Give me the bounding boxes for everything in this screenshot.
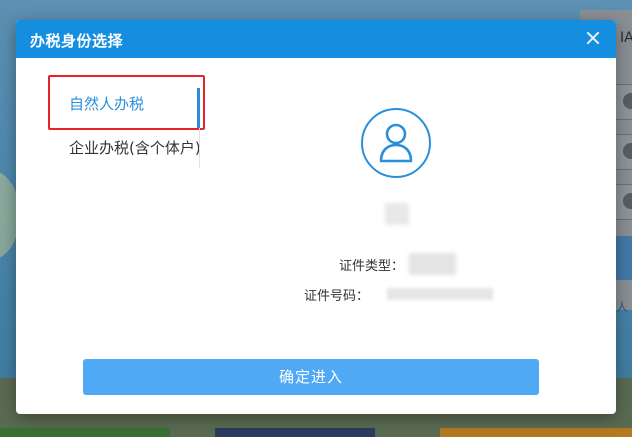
tab-label: 自然人办税 (69, 95, 145, 113)
user-icon (379, 123, 413, 163)
dialog-title: 办税身份选择 (30, 32, 124, 50)
login-tab-label: IA (620, 30, 632, 46)
dialog-header: 办税身份选择 (16, 20, 616, 58)
password-field (614, 134, 632, 170)
identity-tabs: 自然人办税 企业办税(含个体户) (52, 82, 204, 170)
id-type-redacted (409, 253, 456, 275)
identity-select-dialog: 办税身份选择 自然人办税 企业办税(含个体户) 证件类型： 证件号码： 确定进入 (16, 20, 616, 414)
confirm-enter-button[interactable]: 确定进入 (83, 359, 539, 395)
user-icon (623, 93, 632, 109)
avatar (361, 108, 431, 178)
user-name-redacted (385, 203, 409, 225)
shield-icon (623, 193, 632, 209)
id-type-label: 证件类型： (339, 259, 405, 274)
footer-block (215, 428, 375, 437)
footer-block (0, 428, 170, 437)
login-button (614, 236, 632, 280)
tab-label: 企业办税(含个体户) (69, 139, 201, 157)
tab-natural-person[interactable]: 自然人办税 (52, 82, 204, 128)
id-number-redacted (387, 288, 493, 300)
id-number-label: 证件号码： (304, 289, 370, 304)
login-link: 人 (616, 300, 629, 314)
username-field (614, 84, 632, 120)
captcha-field (614, 184, 632, 220)
lock-icon (623, 143, 632, 159)
close-icon[interactable] (584, 29, 602, 47)
footer-block (440, 428, 632, 437)
tab-divider (199, 128, 200, 168)
tab-enterprise[interactable]: 企业办税(含个体户) (52, 126, 204, 170)
